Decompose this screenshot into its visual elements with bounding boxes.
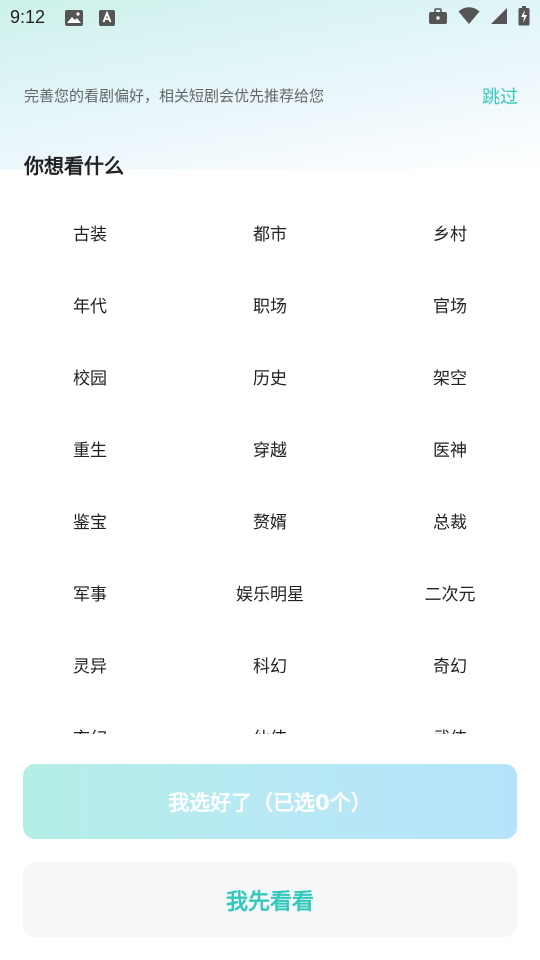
battery-charging-icon [518, 6, 530, 30]
status-right-icons [428, 6, 530, 30]
header-subtitle: 完善您的看剧偏好，相关短剧会优先推荐给您 [24, 87, 325, 105]
genre-option[interactable]: 架空 [360, 340, 540, 412]
genre-option[interactable]: 军事 [0, 556, 180, 628]
genre-option[interactable]: 总裁 [360, 484, 540, 556]
genre-option[interactable]: 灵异 [0, 628, 180, 700]
genre-option[interactable]: 校园 [0, 340, 180, 412]
preference-header: 完善您的看剧偏好，相关短剧会优先推荐给您 跳过 [24, 82, 518, 108]
image-icon [64, 9, 84, 31]
genre-option[interactable]: 穿越 [180, 412, 360, 484]
genre-grid: 古装 都市 乡村 年代 职场 官场 校园 历史 架空 重生 穿越 医神 鉴宝 赘… [0, 196, 540, 735]
genre-option[interactable]: 玄幻 [0, 700, 180, 735]
briefcase-icon [428, 7, 448, 29]
genre-option[interactable]: 科幻 [180, 628, 360, 700]
genre-option[interactable]: 娱乐明星 [180, 556, 360, 628]
genre-list[interactable]: 古装 都市 乡村 年代 职场 官场 校园 历史 架空 重生 穿越 医神 鉴宝 赘… [0, 196, 540, 735]
genre-option[interactable]: 都市 [180, 196, 360, 268]
genre-option[interactable]: 武侠 [360, 700, 540, 735]
genre-option[interactable]: 职场 [180, 268, 360, 340]
genre-option[interactable]: 鉴宝 [0, 484, 180, 556]
genre-option[interactable]: 赘婿 [180, 484, 360, 556]
genre-option[interactable]: 二次元 [360, 556, 540, 628]
text-a-icon [98, 9, 116, 31]
status-bar: 9:12 [0, 0, 540, 36]
genre-option[interactable]: 仙侠 [180, 700, 360, 735]
wifi-icon [458, 7, 480, 29]
confirm-selection-button[interactable]: 我选好了（已选0个） [23, 764, 517, 839]
genre-option[interactable]: 历史 [180, 340, 360, 412]
genre-option[interactable]: 年代 [0, 268, 180, 340]
section-title: 你想看什么 [24, 154, 124, 178]
signal-icon [490, 7, 508, 29]
browse-first-button[interactable]: 我先看看 [23, 862, 517, 937]
genre-option[interactable]: 官场 [360, 268, 540, 340]
genre-option[interactable]: 奇幻 [360, 628, 540, 700]
status-time: 9:12 [10, 7, 46, 27]
skip-button[interactable]: 跳过 [482, 83, 518, 109]
genre-option[interactable]: 古装 [0, 196, 180, 268]
genre-option[interactable]: 医神 [360, 412, 540, 484]
genre-option[interactable]: 重生 [0, 412, 180, 484]
genre-option[interactable]: 乡村 [360, 196, 540, 268]
